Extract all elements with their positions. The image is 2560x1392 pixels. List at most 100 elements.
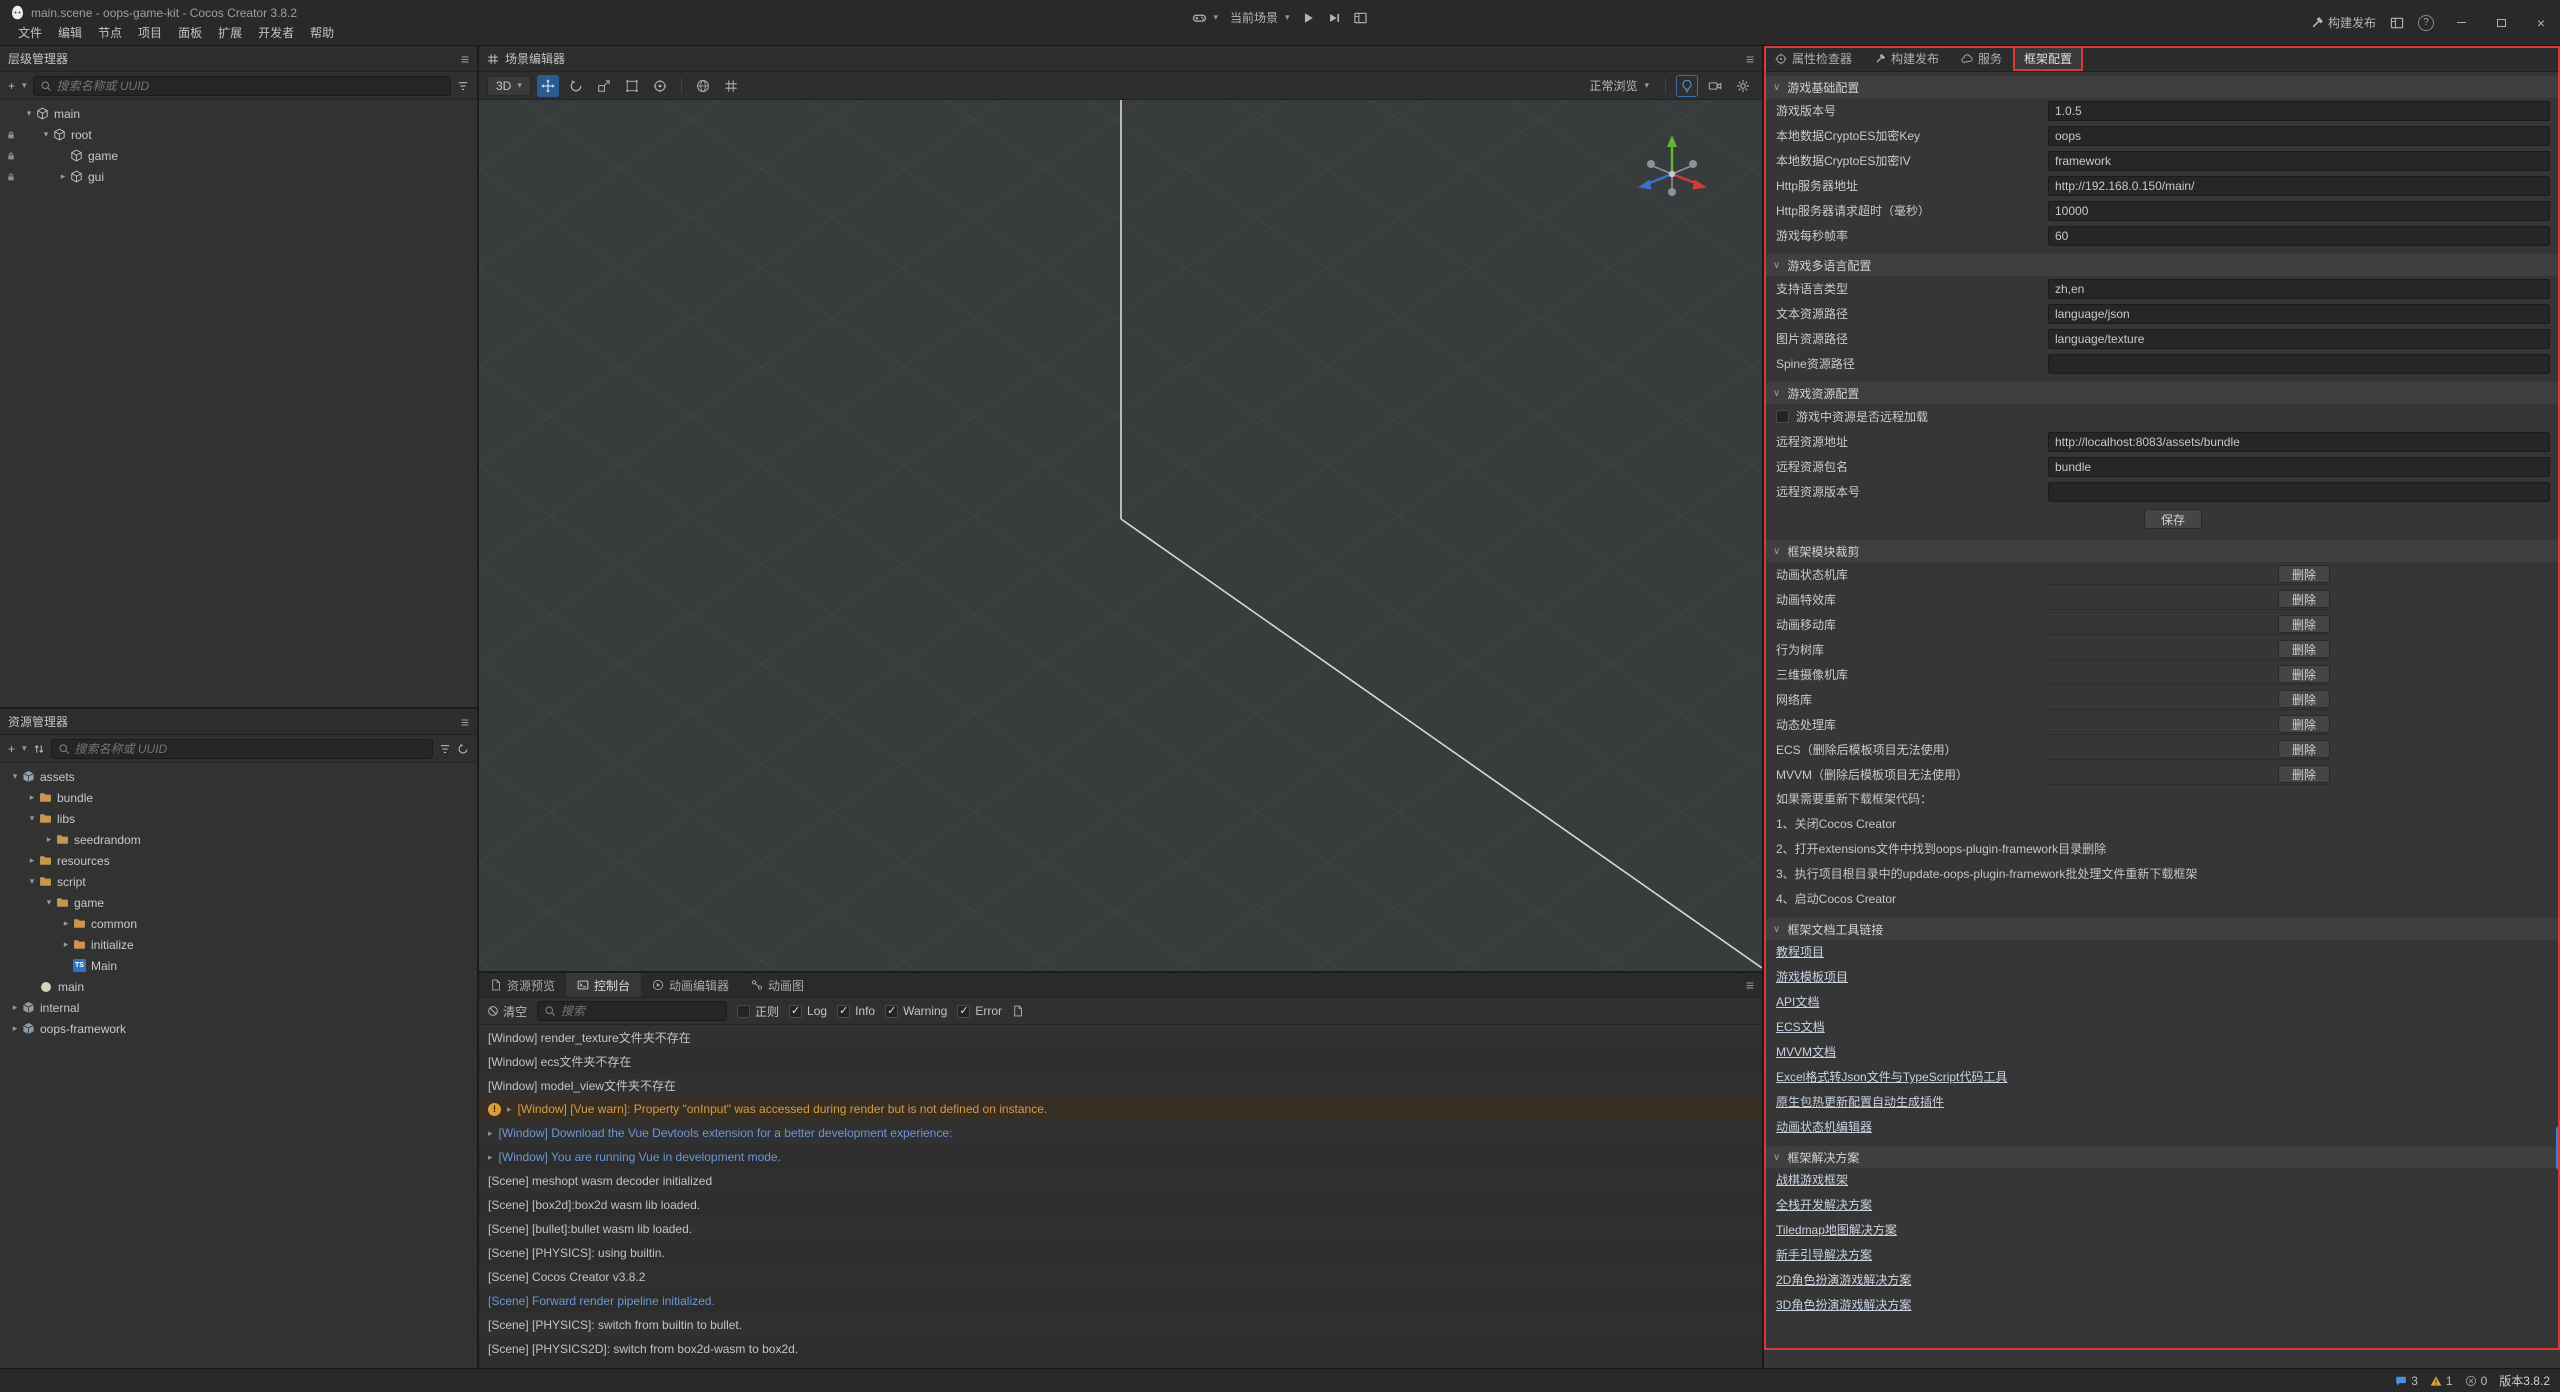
delete-module-button[interactable]: 删除	[2278, 690, 2330, 708]
save-button[interactable]: 保存	[2144, 509, 2202, 529]
expand-arrow-icon[interactable]: ▸	[8, 1002, 22, 1013]
log-row[interactable]: [Window] render_texture文件夹不存在	[479, 1025, 1762, 1049]
tree-node[interactable]: ▸common	[0, 913, 477, 934]
sort-button[interactable]	[33, 743, 45, 755]
help-button[interactable]: ?	[2418, 15, 2434, 31]
rect-tool-button[interactable]	[621, 75, 643, 97]
assets-search-input[interactable]	[75, 742, 426, 756]
doc-link[interactable]: 教程项目	[1776, 940, 1824, 965]
scene-viewport[interactable]	[479, 100, 1762, 971]
console-search-input[interactable]	[561, 1004, 720, 1018]
remote-bundle-input[interactable]	[2048, 457, 2550, 477]
solution-link[interactable]: 战棋游戏框架	[1776, 1168, 1848, 1193]
crypto-key-input[interactable]	[2048, 126, 2550, 146]
section-doc-links[interactable]: ∨框架文档工具链接	[1764, 918, 2560, 940]
tree-node[interactable]: main	[0, 976, 477, 997]
log-row[interactable]: [Scene] [box2d]:box2d wasm lib loaded.	[479, 1193, 1762, 1217]
filter-info-checkbox[interactable]: Info	[837, 1004, 875, 1018]
http-timeout-input[interactable]	[2048, 201, 2550, 221]
solution-link[interactable]: 新手引导解决方案	[1776, 1243, 1872, 1268]
dimension-toggle[interactable]: 3D▾	[487, 76, 531, 96]
tab-animation-editor[interactable]: 动画编辑器	[641, 973, 740, 997]
preview-target-dropdown[interactable]: ▾	[1192, 11, 1218, 25]
tab-asset-preview[interactable]: 资源预览	[479, 973, 566, 997]
http-server-input[interactable]	[2048, 176, 2550, 196]
filter-button[interactable]	[457, 80, 469, 92]
filter-button[interactable]	[439, 743, 451, 755]
game-version-input[interactable]	[2048, 101, 2550, 121]
tab-framework-config[interactable]: 框架配置	[2013, 46, 2083, 71]
message-count-badge[interactable]: 3	[2395, 1374, 2418, 1388]
step-button[interactable]	[1328, 11, 1342, 25]
create-node-button[interactable]: +▾	[8, 79, 27, 93]
filter-warning-checkbox[interactable]: Warning	[885, 1004, 947, 1018]
tab-services[interactable]: 服务	[1950, 46, 2013, 71]
expand-arrow-icon[interactable]: ▸	[42, 834, 56, 845]
section-i18n-config[interactable]: ∨游戏多语言配置	[1764, 254, 2560, 276]
coordinate-space-button[interactable]	[692, 75, 714, 97]
expand-arrow-icon[interactable]: ▸	[488, 1152, 493, 1163]
log-row[interactable]: [Scene] Cocos Creator v3.8.2	[479, 1265, 1762, 1289]
tab-animation-graph[interactable]: 动画图	[740, 973, 815, 997]
menu-item-project[interactable]: 项目	[130, 22, 170, 43]
doc-link[interactable]: 动画状态机编辑器	[1776, 1115, 1872, 1140]
doc-link[interactable]: MVVM文档	[1776, 1040, 1836, 1065]
scrollbar[interactable]	[2555, 72, 2560, 1368]
solution-link[interactable]: 全栈开发解决方案	[1776, 1193, 1872, 1218]
expand-arrow-icon[interactable]: ▸	[8, 1023, 22, 1034]
expand-arrow-icon[interactable]: ▸	[488, 1128, 493, 1139]
build-publish-button[interactable]: 构建发布	[2310, 14, 2376, 31]
tree-node[interactable]: ▾ root	[0, 124, 477, 145]
log-row[interactable]: [Window] model_view文件夹不存在	[479, 1073, 1762, 1097]
delete-module-button[interactable]: 删除	[2278, 590, 2330, 608]
expand-arrow-icon[interactable]: ▸	[25, 855, 39, 866]
lighting-toggle-button[interactable]	[1676, 75, 1698, 97]
expand-arrow-icon[interactable]: ▾	[42, 897, 56, 908]
tree-node[interactable]: ▾script	[0, 871, 477, 892]
pivot-toggle-button[interactable]	[649, 75, 671, 97]
remote-version-input[interactable]	[2048, 482, 2550, 502]
filter-error-checkbox[interactable]: Error	[957, 1004, 1002, 1018]
maximize-button[interactable]	[2488, 13, 2514, 33]
lock-icon[interactable]	[0, 172, 22, 182]
tree-node[interactable]: game	[0, 145, 477, 166]
doc-link[interactable]: Excel格式转Json文件与TypeScript代码工具	[1776, 1065, 2007, 1090]
expand-arrow-icon[interactable]: ▾	[22, 108, 36, 119]
camera-settings-button[interactable]	[1704, 75, 1726, 97]
hierarchy-search-input[interactable]	[57, 79, 444, 93]
doc-link[interactable]: 原生包热更新配置自动生成插件	[1776, 1090, 1944, 1115]
spine-res-path-input[interactable]	[2048, 354, 2550, 374]
panel-menu-icon[interactable]: ≡	[461, 714, 469, 730]
log-row[interactable]: [Window] ecs文件夹不存在	[479, 1049, 1762, 1073]
languages-input[interactable]	[2048, 279, 2550, 299]
solution-link[interactable]: Tiledmap地图解决方案	[1776, 1218, 1897, 1243]
open-log-file-button[interactable]	[1012, 1005, 1024, 1017]
section-module-trim[interactable]: ∨框架模块裁剪	[1764, 540, 2560, 562]
solution-link[interactable]: 2D角色扮演游戏解决方案	[1776, 1268, 1911, 1293]
tree-node[interactable]: ▾assets	[0, 766, 477, 787]
delete-module-button[interactable]: 删除	[2278, 565, 2330, 583]
section-solutions[interactable]: ∨框架解决方案	[1764, 1146, 2560, 1168]
delete-module-button[interactable]: 删除	[2278, 665, 2330, 683]
expand-arrow-icon[interactable]: ▸	[59, 939, 73, 950]
log-row[interactable]: [Scene] [PHYSICS]: switch from builtin t…	[479, 1313, 1762, 1337]
delete-module-button[interactable]: 删除	[2278, 715, 2330, 733]
scale-tool-button[interactable]	[593, 75, 615, 97]
panel-layout-button[interactable]	[2390, 16, 2404, 30]
clear-console-button[interactable]: 清空	[487, 1003, 527, 1020]
snap-grid-button[interactable]	[720, 75, 742, 97]
log-row-warning[interactable]: !▸[Window] [Vue warn]: Property "onInput…	[479, 1097, 1762, 1121]
expand-arrow-icon[interactable]: ▾	[39, 129, 53, 140]
tree-node[interactable]: ▾game	[0, 892, 477, 913]
delete-module-button[interactable]: 删除	[2278, 615, 2330, 633]
tree-node[interactable]: ▸resources	[0, 850, 477, 871]
log-row-info[interactable]: ▸[Window] Download the Vue Devtools exte…	[479, 1121, 1762, 1145]
scene-select-dropdown[interactable]: 当前场景▾	[1230, 9, 1290, 26]
texture-res-path-input[interactable]	[2048, 329, 2550, 349]
menu-item-developer[interactable]: 开发者	[250, 22, 302, 43]
expand-arrow-icon[interactable]: ▸	[56, 171, 70, 182]
tree-node[interactable]: TSMain	[0, 955, 477, 976]
delete-module-button[interactable]: 删除	[2278, 640, 2330, 658]
expand-arrow-icon[interactable]: ▾	[8, 771, 22, 782]
lock-icon[interactable]	[0, 151, 22, 161]
